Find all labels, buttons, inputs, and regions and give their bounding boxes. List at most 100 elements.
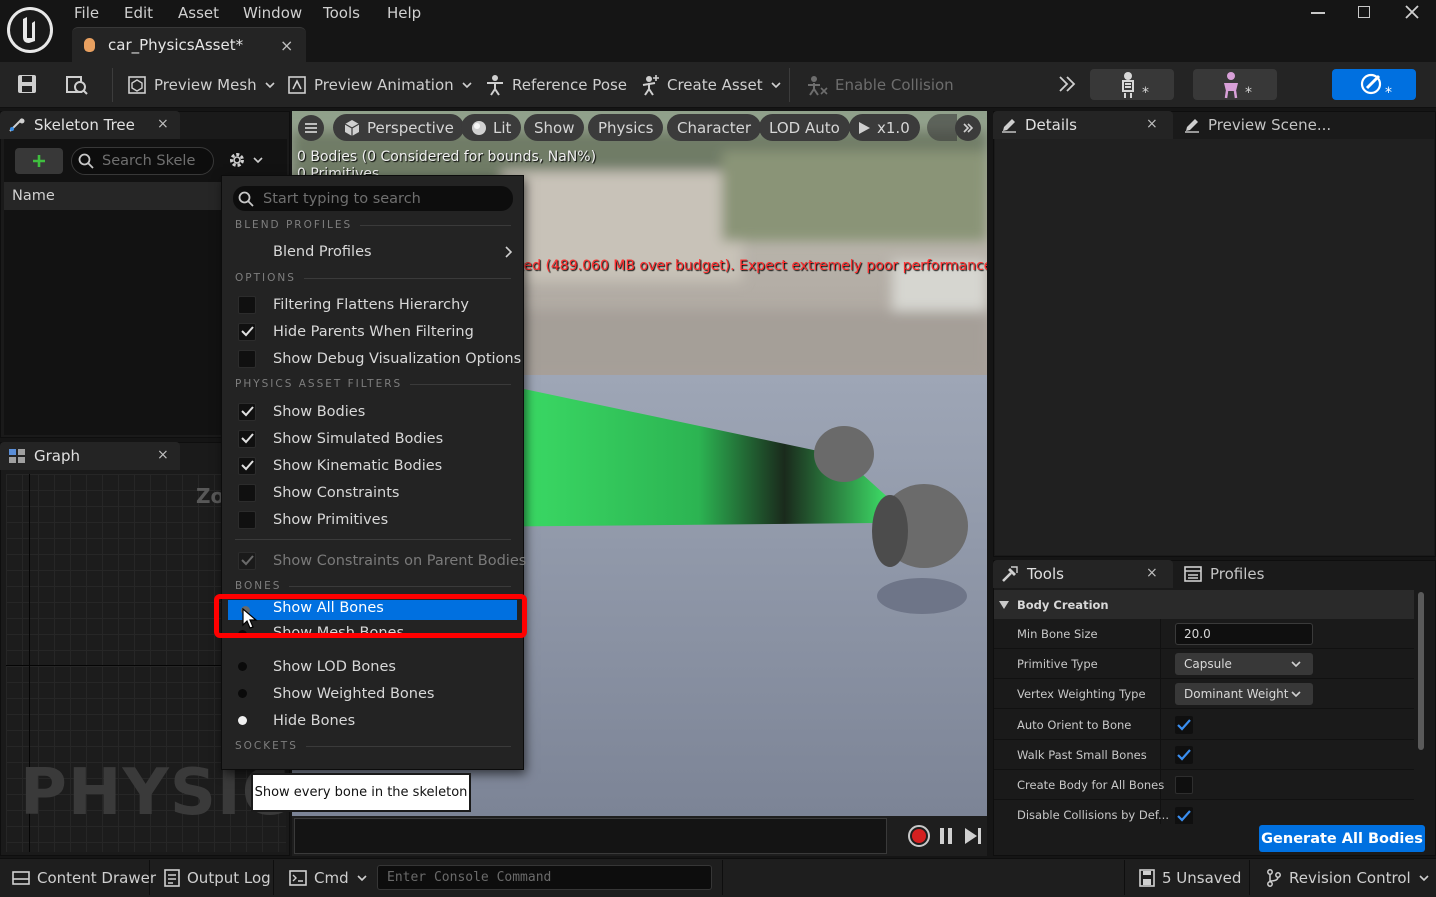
disable-collisions-checkbox[interactable] bbox=[1175, 807, 1193, 824]
skeleton-settings-button[interactable] bbox=[228, 151, 264, 169]
record-button[interactable] bbox=[908, 825, 930, 847]
checkbox-checked-disabled[interactable] bbox=[238, 551, 256, 570]
close-panel-icon[interactable]: × bbox=[157, 447, 169, 463]
menu-window[interactable]: Window bbox=[243, 4, 302, 22]
chevron-down-icon bbox=[265, 82, 275, 89]
generate-all-bodies-button[interactable]: Generate All Bodies bbox=[1259, 825, 1425, 852]
cmd-button[interactable]: Cmd bbox=[289, 858, 368, 897]
enable-collision-button[interactable]: Enable Collision bbox=[806, 62, 954, 108]
lit-button[interactable]: Lit bbox=[461, 114, 522, 141]
create-asset-button[interactable]: Create Asset bbox=[640, 62, 782, 108]
menu-file[interactable]: File bbox=[74, 4, 99, 22]
details-tab[interactable]: Details × bbox=[993, 111, 1173, 139]
blend-profiles-item[interactable]: Blend Profiles bbox=[222, 238, 523, 265]
option-filtering-flattens[interactable]: Filtering Flattens Hierarchy bbox=[222, 291, 523, 318]
show-button[interactable]: Show bbox=[524, 114, 585, 141]
console-input[interactable]: Enter Console Command bbox=[377, 865, 712, 890]
create-all-checkbox[interactable] bbox=[1175, 775, 1193, 794]
close-tab-icon[interactable]: × bbox=[280, 36, 293, 55]
filter-show-simulated[interactable]: Show Simulated Bodies bbox=[222, 425, 523, 452]
character-button[interactable]: Character bbox=[667, 114, 762, 141]
option-hide-parents[interactable]: Hide Parents When Filtering bbox=[222, 318, 523, 345]
skeleton-tree-tab[interactable]: Skeleton Tree × bbox=[0, 111, 180, 139]
tools-tab[interactable]: Tools × bbox=[993, 560, 1173, 588]
checkbox[interactable] bbox=[238, 295, 256, 314]
restore-icon[interactable] bbox=[1358, 6, 1370, 18]
bones-hide[interactable]: Hide Bones bbox=[222, 707, 523, 734]
profiles-tab[interactable]: Profiles bbox=[1176, 560, 1336, 588]
bones-show-weighted[interactable]: Show Weighted Bones bbox=[222, 680, 523, 707]
unreal-logo-icon[interactable] bbox=[5, 5, 55, 55]
viewport-overflow-button[interactable] bbox=[955, 115, 981, 141]
filter-show-constraints[interactable]: Show Constraints bbox=[222, 479, 523, 506]
viewport-pill-partial[interactable] bbox=[927, 114, 957, 141]
timeline-scrubber[interactable] bbox=[294, 818, 887, 854]
checkbox-checked[interactable] bbox=[238, 402, 256, 421]
close-panel-icon[interactable]: × bbox=[1146, 565, 1158, 581]
close-window-icon[interactable] bbox=[1404, 2, 1420, 22]
reference-pose-button[interactable]: Reference Pose bbox=[485, 62, 627, 108]
close-panel-icon[interactable]: × bbox=[157, 116, 169, 132]
save-icon[interactable] bbox=[16, 73, 38, 95]
physics-mode-button[interactable]: * bbox=[1332, 69, 1416, 100]
checkbox[interactable] bbox=[238, 483, 256, 502]
menu-asset[interactable]: Asset bbox=[178, 4, 219, 22]
filter-parent-constraints[interactable]: Show Constraints on Parent Bodies bbox=[222, 547, 526, 574]
unsaved-button[interactable]: 5 Unsaved bbox=[1139, 858, 1241, 897]
status-sep bbox=[722, 860, 723, 895]
filter-show-kinematic[interactable]: Show Kinematic Bodies bbox=[222, 452, 523, 479]
radio[interactable] bbox=[238, 662, 247, 671]
browse-icon[interactable] bbox=[65, 72, 89, 96]
preview-scene-tab[interactable]: Preview Scene... bbox=[1176, 111, 1376, 139]
skeleton-mode-button[interactable]: * bbox=[1090, 69, 1174, 100]
playback-speed-button[interactable]: x1.0 bbox=[849, 114, 920, 141]
close-panel-icon[interactable]: × bbox=[1146, 116, 1158, 132]
section-label: BONES bbox=[235, 580, 282, 592]
body-creation-category[interactable]: Body Creation bbox=[994, 590, 1414, 619]
skeleton-search-input[interactable]: Search Skele bbox=[71, 147, 214, 175]
content-drawer-icon bbox=[12, 870, 30, 885]
radio-selected[interactable] bbox=[238, 716, 247, 725]
graph-tab[interactable]: Graph × bbox=[0, 442, 180, 470]
revision-control-button[interactable]: Revision Control bbox=[1266, 858, 1430, 897]
menu-edit[interactable]: Edit bbox=[124, 4, 153, 22]
checkbox-checked[interactable] bbox=[238, 322, 256, 341]
viewport-options-button[interactable] bbox=[298, 115, 324, 141]
column-name[interactable]: Name bbox=[12, 188, 55, 204]
output-log-button[interactable]: Output Log bbox=[164, 858, 271, 897]
bone-option-label: Show LOD Bones bbox=[273, 658, 396, 675]
menu-search-input[interactable]: Start typing to search bbox=[233, 186, 513, 211]
min-bone-size-input[interactable]: 20.0 bbox=[1175, 622, 1313, 645]
radio[interactable] bbox=[238, 689, 247, 698]
content-drawer-button[interactable]: Content Drawer bbox=[12, 858, 156, 897]
branch-icon bbox=[1267, 868, 1281, 887]
perspective-button[interactable]: Perspective bbox=[333, 114, 464, 141]
lod-button[interactable]: LOD Auto bbox=[759, 114, 850, 141]
checkbox-checked[interactable] bbox=[238, 456, 256, 475]
checkbox[interactable] bbox=[238, 349, 256, 368]
vertex-weighting-select[interactable]: Dominant Weight bbox=[1175, 682, 1313, 705]
document-tab[interactable]: car_PhysicsAsset* × bbox=[72, 27, 306, 62]
physics-button[interactable]: Physics bbox=[588, 114, 664, 141]
option-show-debug[interactable]: Show Debug Visualization Options bbox=[222, 345, 523, 372]
pause-icon[interactable] bbox=[939, 828, 953, 844]
checkbox[interactable] bbox=[238, 510, 256, 529]
add-bone-button[interactable] bbox=[15, 148, 63, 174]
preview-animation-button[interactable]: Preview Animation bbox=[287, 62, 473, 108]
step-forward-icon[interactable] bbox=[964, 827, 982, 845]
preview-mesh-button[interactable]: Preview Mesh bbox=[127, 62, 276, 108]
walk-past-label: Walk Past Small Bones bbox=[1017, 747, 1147, 762]
walk-past-checkbox[interactable] bbox=[1175, 745, 1193, 764]
menu-tools[interactable]: Tools bbox=[323, 4, 360, 22]
auto-orient-checkbox[interactable] bbox=[1175, 715, 1193, 734]
bones-show-lod[interactable]: Show LOD Bones bbox=[222, 653, 523, 680]
toolbar-overflow-icon[interactable] bbox=[1058, 75, 1076, 93]
menu-help[interactable]: Help bbox=[387, 4, 421, 22]
minimize-icon[interactable] bbox=[1311, 12, 1325, 14]
checkbox-checked[interactable] bbox=[238, 429, 256, 448]
filter-show-bodies[interactable]: Show Bodies bbox=[222, 398, 523, 425]
mesh-mode-button[interactable]: * bbox=[1193, 69, 1277, 100]
tools-scrollbar[interactable] bbox=[1418, 592, 1424, 750]
primitive-type-select[interactable]: Capsule bbox=[1175, 652, 1313, 675]
filter-show-primitives[interactable]: Show Primitives bbox=[222, 506, 523, 533]
